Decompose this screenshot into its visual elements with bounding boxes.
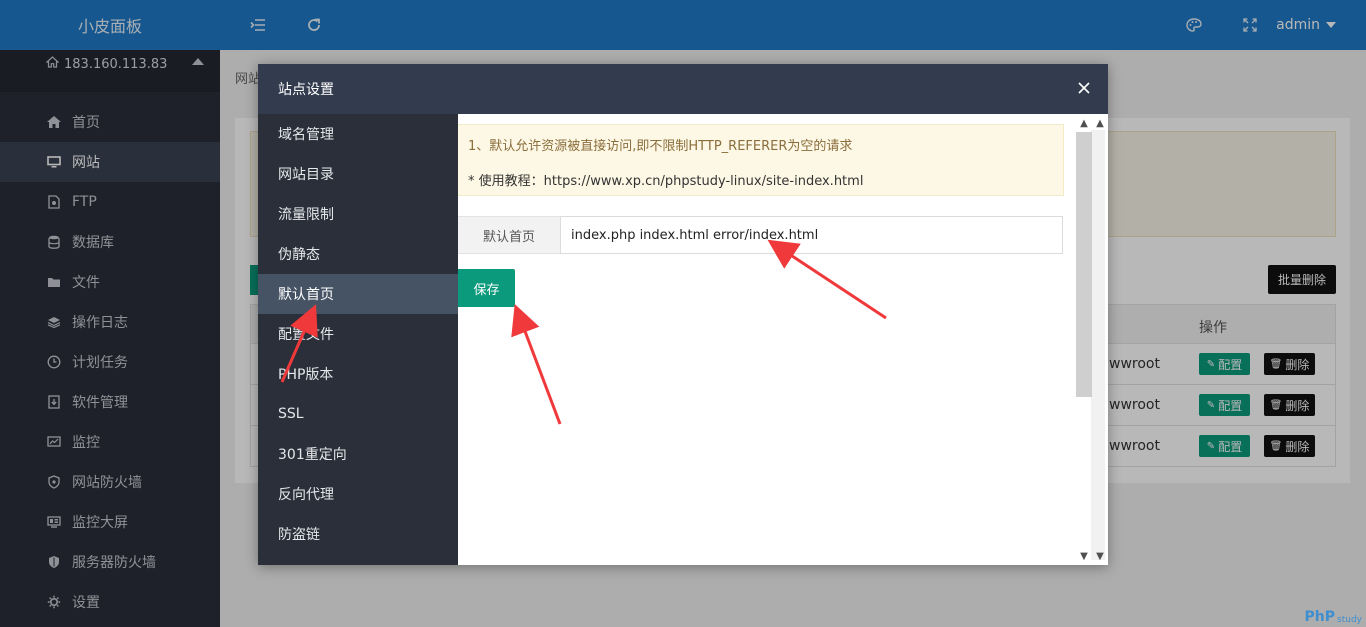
nav-item-default-index[interactable]: 默认首页	[258, 274, 458, 314]
scroll-down-icon[interactable]: ▼	[1093, 549, 1107, 563]
nav-item-redirect[interactable]: 301重定向	[258, 434, 458, 474]
save-button[interactable]: 保存	[458, 269, 515, 307]
scroll-down-icon[interactable]: ▼	[1077, 549, 1091, 563]
nav-item-php-version[interactable]: PHP版本	[258, 354, 458, 394]
scrollbar[interactable]: ▲ ▼ ▲ ▼	[1076, 114, 1107, 565]
default-index-label: 默认首页	[458, 216, 561, 254]
logo-sub: study	[1337, 615, 1362, 625]
tutorial-link[interactable]: * 使用教程：https://www.xp.cn/phpstudy-linux/…	[468, 170, 863, 189]
tip-box: 1、默认允许资源被直接访问,即不限制HTTP_REFERER为空的请求 * 使用…	[458, 124, 1064, 196]
nav-item-rewrite[interactable]: 伪静态	[258, 234, 458, 274]
close-icon[interactable]	[1074, 78, 1094, 98]
nav-item-domain[interactable]: 域名管理	[258, 114, 458, 154]
logo-main: PhP	[1304, 609, 1336, 625]
nav-item-hotlink[interactable]: 防盗链	[258, 514, 458, 554]
site-settings-modal: 站点设置 域名管理 网站目录 流量限制 伪静态 默认首页 配置文件 PHP版本 …	[258, 64, 1108, 565]
nav-item-reverse-proxy[interactable]: 反向代理	[258, 474, 458, 514]
nav-item-config-file[interactable]: 配置文件	[258, 314, 458, 354]
scroll-up-icon[interactable]: ▲	[1077, 116, 1091, 130]
modal-nav: 域名管理 网站目录 流量限制 伪静态 默认首页 配置文件 PHP版本 SSL 3…	[258, 114, 458, 565]
scroll-up-icon[interactable]: ▲	[1093, 116, 1107, 130]
nav-item-ssl[interactable]: SSL	[258, 394, 458, 434]
default-index-input[interactable]	[560, 216, 1063, 254]
modal-header: 站点设置	[258, 64, 1108, 114]
phpstudy-logo: PhP study	[1305, 609, 1362, 625]
scrollbar-thumb[interactable]	[1076, 132, 1092, 397]
nav-item-traffic-limit[interactable]: 流量限制	[258, 194, 458, 234]
modal-title: 站点设置	[278, 82, 334, 98]
nav-item-site-dir[interactable]: 网站目录	[258, 154, 458, 194]
modal-body: 1、默认允许资源被直接访问,即不限制HTTP_REFERER为空的请求 * 使用…	[458, 114, 1108, 565]
scrollbar-track[interactable]	[1091, 130, 1105, 560]
tip-line: 1、默认允许资源被直接访问,即不限制HTTP_REFERER为空的请求	[468, 139, 853, 154]
